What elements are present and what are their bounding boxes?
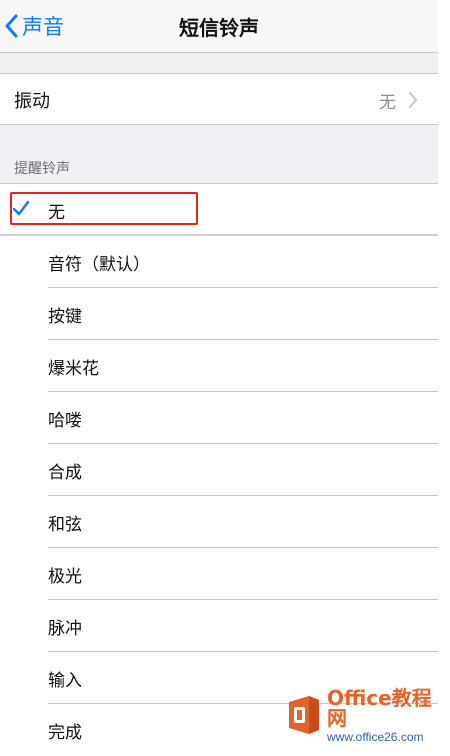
watermark-url: www.office26.com [327,729,424,744]
tone-label: 合成 [48,463,82,483]
tone-row-synth[interactable]: 合成 [0,444,438,496]
vibration-label: 振动 [14,91,50,112]
tone-label: 按键 [48,307,82,327]
tone-label: 和弦 [48,515,82,535]
vibration-row[interactable]: 振动 无 [0,73,438,125]
tone-label: 无 [48,203,65,223]
navigation-bar: 声音 短信铃声 [0,0,438,53]
tone-label: 完成 [48,723,82,743]
tone-label: 哈喽 [48,411,82,431]
page-margin [438,0,450,744]
page-title: 短信铃声 [179,16,259,40]
tone-label: 输入 [48,671,82,691]
chevron-right-icon [408,91,418,113]
tone-row-popcorn[interactable]: 爆米花 [0,340,438,392]
tone-list: 无 音符（默认） 按键 爆米花 哈喽 合成 和弦 极光 脉冲 输入 完成 [0,183,438,756]
section-header: 提醒铃声 [0,125,438,183]
settings-page: 声音 短信铃声 振动 无 提醒铃声 无 音符（默认） 按键 爆米花 哈喽 合成 … [0,0,438,756]
tone-label: 极光 [48,567,82,587]
checkmark-icon [12,200,30,220]
tone-row-keys[interactable]: 按键 [0,288,438,340]
watermark-title: Office教程网 [327,685,432,730]
tone-row-note[interactable]: 音符（默认） [0,236,438,288]
section-header-label: 提醒铃声 [14,161,70,177]
tone-row-hello[interactable]: 哈喽 [0,392,438,444]
tone-label: 爆米花 [48,359,99,379]
group-spacer [0,53,438,73]
tone-row-pulse[interactable]: 脉冲 [0,600,438,652]
tone-label: 脉冲 [48,619,82,639]
vibration-value: 无 [379,93,396,113]
watermark: Office教程网 www.office26.com [285,685,450,744]
tone-label: 音符（默认） [48,255,150,275]
office-logo-icon [285,694,323,736]
tone-row-chord[interactable]: 和弦 [0,496,438,548]
tone-row-none[interactable]: 无 [0,184,438,236]
tone-row-aurora[interactable]: 极光 [0,548,438,600]
